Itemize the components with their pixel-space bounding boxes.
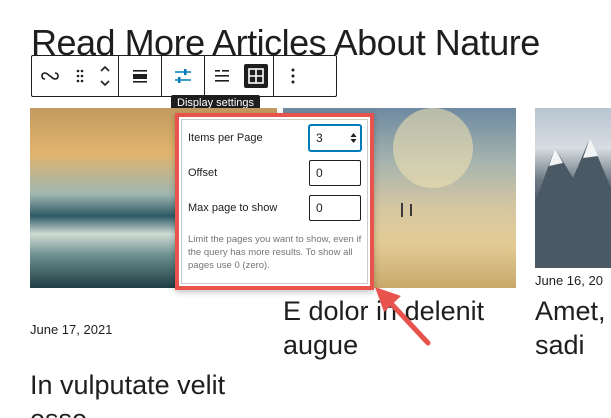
items-per-page-input[interactable]: 3	[309, 125, 361, 151]
items-per-page-value: 3	[316, 131, 323, 145]
grid-view-icon[interactable]	[239, 56, 273, 96]
move-up-down-icon[interactable]	[92, 56, 118, 96]
list-view-icon[interactable]	[205, 56, 239, 96]
toolbar-group-more	[274, 56, 312, 96]
items-per-page-row: Items per Page 3	[188, 125, 361, 151]
more-options-icon[interactable]	[274, 56, 312, 96]
block-toolbar	[31, 55, 337, 97]
post-title[interactable]: In vulputate velit esse	[30, 368, 280, 418]
max-page-value: 0	[316, 201, 323, 215]
post-date: June 17, 2021	[30, 322, 113, 337]
offset-row: Offset 0	[188, 160, 361, 186]
toolbar-group-layout	[205, 56, 274, 96]
display-settings-icon[interactable]	[162, 56, 204, 96]
offset-value: 0	[316, 166, 323, 180]
max-page-input[interactable]: 0	[309, 195, 361, 221]
drag-handle-icon[interactable]	[68, 56, 92, 96]
display-settings-popover: Items per Page 3 Offset 0 Max page to sh…	[175, 113, 374, 290]
link-icon[interactable]	[32, 56, 68, 96]
toolbar-group-parent	[32, 56, 119, 96]
offset-input[interactable]: 0	[309, 160, 361, 186]
offset-label: Offset	[188, 167, 218, 179]
post-title[interactable]: Amet, sadi	[535, 294, 611, 362]
max-page-label: Max page to show	[188, 202, 278, 214]
stepper-icon[interactable]	[350, 132, 357, 144]
items-per-page-label: Items per Page	[188, 132, 263, 144]
post-image-mountain[interactable]	[535, 108, 611, 268]
help-text: Limit the pages you want to show, even i…	[188, 234, 362, 271]
max-page-row: Max page to show 0	[188, 195, 361, 221]
post-title[interactable]: E dolor in delenit augue	[283, 294, 523, 362]
toolbar-group-align	[119, 56, 162, 96]
popover-content: Items per Page 3 Offset 0 Max page to sh…	[181, 119, 368, 284]
align-icon[interactable]	[119, 56, 161, 96]
post-date: June 16, 20	[535, 273, 603, 288]
toolbar-group-settings	[162, 56, 205, 96]
